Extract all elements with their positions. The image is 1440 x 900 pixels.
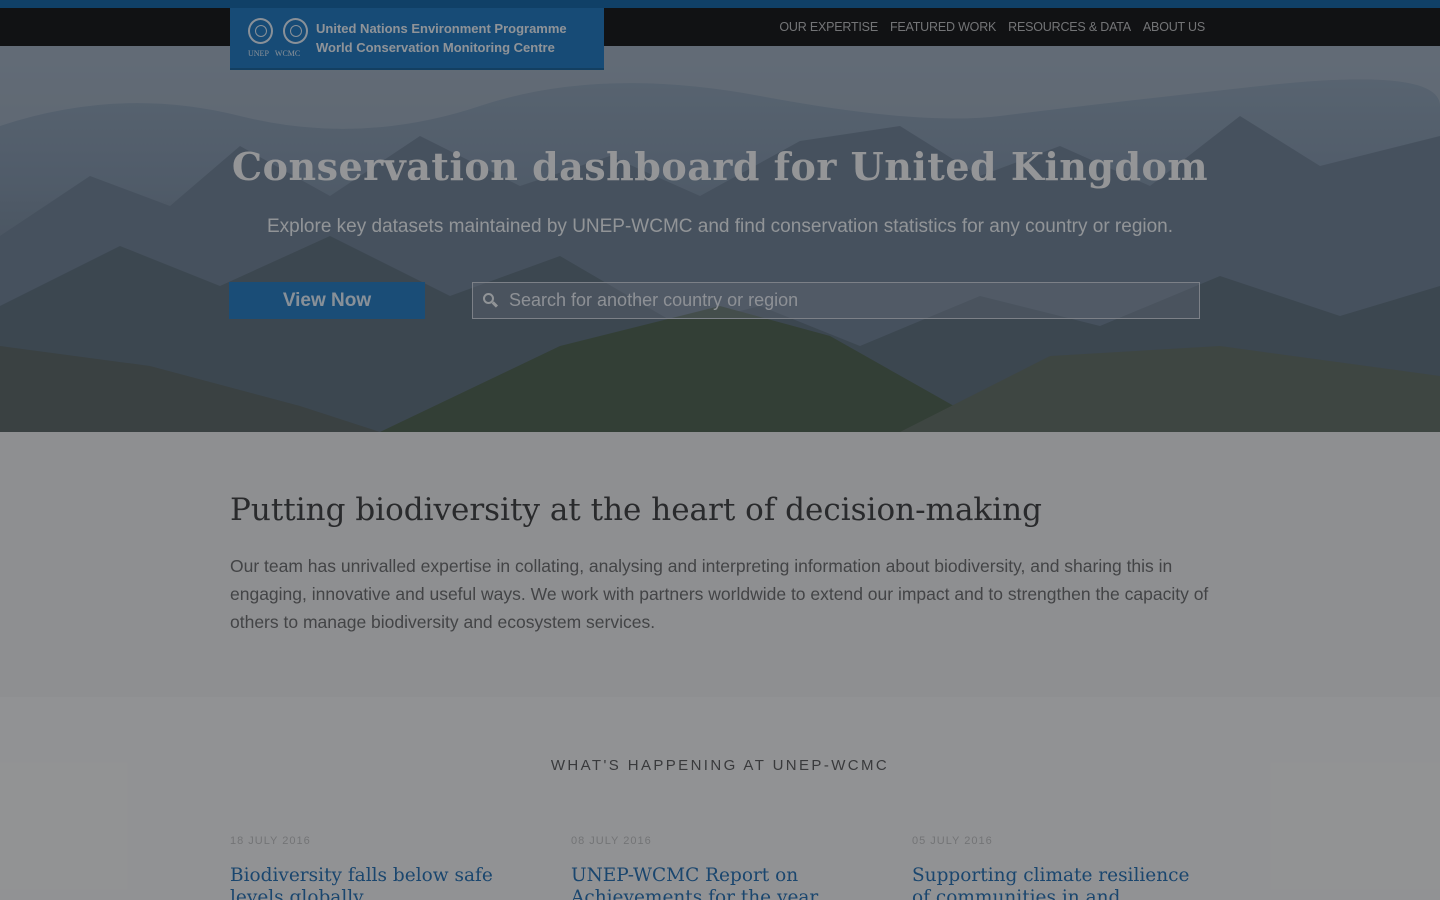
modal-dim-overlay[interactable] (0, 0, 1440, 900)
